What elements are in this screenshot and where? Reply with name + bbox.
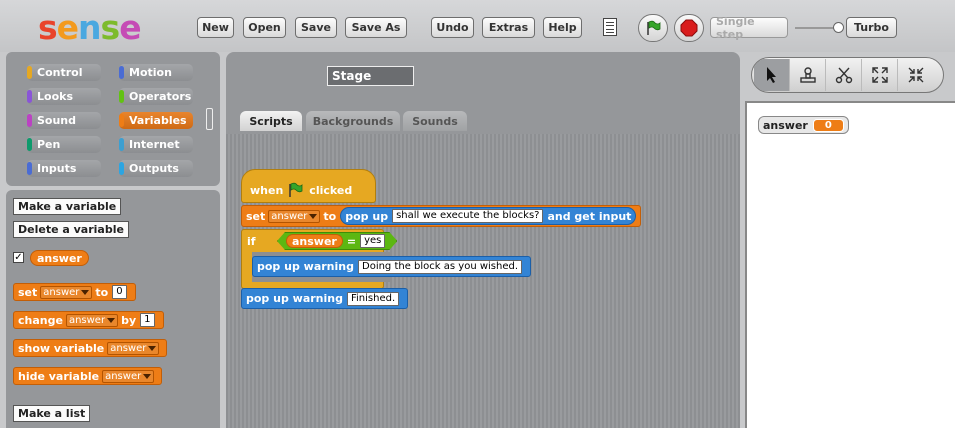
category-outputs[interactable]: Outputs bbox=[119, 160, 193, 177]
shrink-tool[interactable] bbox=[898, 59, 934, 91]
scissors-icon bbox=[835, 67, 852, 84]
duplicate-tool[interactable] bbox=[790, 59, 826, 91]
sprite-name-field[interactable]: Stage bbox=[327, 66, 414, 86]
warning-text-input[interactable]: Finished. bbox=[347, 291, 400, 306]
tab-backgrounds[interactable]: Backgrounds bbox=[306, 111, 400, 131]
popup-warning-block[interactable]: pop up warning Doing the block as you wi… bbox=[252, 256, 532, 277]
tab-sounds[interactable]: Sounds bbox=[403, 111, 467, 131]
extras-button[interactable]: Extras bbox=[482, 17, 535, 38]
block-palette: Make a variable Delete a variable ✓ answ… bbox=[6, 190, 220, 428]
category-panel: Control Motion Looks Operators Sound Var… bbox=[6, 52, 220, 186]
equals-operator[interactable]: answer = yes bbox=[277, 232, 397, 250]
variable-dropdown[interactable]: answer bbox=[102, 369, 155, 383]
value-input[interactable]: 0 bbox=[112, 285, 127, 299]
category-variables[interactable]: Variables bbox=[119, 112, 193, 129]
delete-variable-button[interactable]: Delete a variable bbox=[13, 221, 129, 238]
tab-scripts[interactable]: Scripts bbox=[240, 111, 302, 131]
help-button[interactable]: Help bbox=[543, 17, 582, 38]
variable-dropdown[interactable]: answer bbox=[65, 313, 119, 327]
hide-variable-block[interactable]: hide variable answer bbox=[13, 367, 163, 385]
compare-input[interactable]: yes bbox=[360, 234, 385, 248]
category-motion[interactable]: Motion bbox=[119, 64, 193, 81]
notes-icon[interactable] bbox=[603, 18, 617, 36]
variable-dropdown[interactable]: answer bbox=[40, 285, 93, 299]
open-button[interactable]: Open bbox=[243, 17, 286, 38]
green-flag-button[interactable] bbox=[638, 14, 668, 42]
variable-dropdown[interactable]: answer bbox=[268, 209, 321, 223]
category-looks[interactable]: Looks bbox=[27, 88, 101, 105]
stop-icon bbox=[680, 19, 698, 37]
question-input[interactable]: shall we execute the blocks? bbox=[392, 209, 544, 223]
green-flag-icon bbox=[289, 182, 303, 197]
set-block[interactable]: set answer to pop up shall we execute th… bbox=[241, 205, 642, 227]
variable-dropdown[interactable]: answer bbox=[107, 341, 160, 355]
undo-button[interactable]: Undo bbox=[431, 17, 474, 38]
green-flag-icon bbox=[647, 20, 661, 35]
show-variable-block[interactable]: show variable answer bbox=[13, 339, 168, 357]
save-as-button[interactable]: Save As bbox=[345, 17, 407, 38]
variable-checkbox[interactable]: ✓ bbox=[13, 252, 24, 263]
speed-slider-knob[interactable] bbox=[833, 22, 844, 33]
warning-text-input[interactable]: Doing the block as you wished. bbox=[358, 259, 523, 274]
delete-tool[interactable] bbox=[826, 59, 862, 91]
variable-reporter-answer[interactable]: answer bbox=[30, 250, 89, 266]
save-button[interactable]: Save bbox=[295, 17, 337, 38]
stop-button[interactable] bbox=[674, 14, 704, 42]
category-control[interactable]: Control bbox=[27, 64, 101, 81]
stage[interactable]: answer 0 bbox=[745, 101, 955, 428]
arrow-tool[interactable] bbox=[754, 59, 790, 91]
top-toolbar: sense New Open Save Save As Undo Extras … bbox=[0, 0, 955, 52]
stamp-icon bbox=[799, 67, 816, 83]
value-input[interactable]: 1 bbox=[140, 313, 155, 327]
popup-warning-block[interactable]: pop up warning Finished. bbox=[241, 288, 409, 309]
make-variable-button[interactable]: Make a variable bbox=[13, 198, 122, 215]
sense-logo: sense bbox=[38, 8, 142, 47]
category-operators[interactable]: Operators bbox=[119, 88, 193, 105]
category-scrollbar[interactable] bbox=[206, 108, 213, 130]
grow-tool[interactable] bbox=[862, 59, 898, 91]
make-list-button[interactable]: Make a list bbox=[13, 405, 91, 422]
when-flag-clicked-block[interactable]: when clicked bbox=[241, 169, 376, 203]
stage-tools bbox=[751, 57, 944, 93]
change-variable-block[interactable]: change answer by 1 bbox=[13, 311, 164, 329]
set-variable-block[interactable]: set answer to 0 bbox=[13, 283, 136, 301]
variable-watcher[interactable]: answer 0 bbox=[758, 116, 849, 134]
cursor-icon bbox=[766, 67, 776, 83]
category-internet[interactable]: Internet bbox=[119, 136, 193, 153]
single-step-button[interactable]: Single step bbox=[710, 15, 788, 41]
new-button[interactable]: New bbox=[197, 17, 234, 38]
category-inputs[interactable]: Inputs bbox=[27, 160, 101, 177]
answer-reporter[interactable]: answer bbox=[286, 234, 343, 248]
shrink-icon bbox=[908, 67, 924, 83]
watcher-value: 0 bbox=[812, 118, 844, 132]
sprite-header: Stage bbox=[226, 52, 740, 134]
category-sound[interactable]: Sound bbox=[27, 112, 101, 129]
popup-input-reporter[interactable]: pop up shall we execute the blocks? and … bbox=[340, 207, 637, 225]
grow-icon bbox=[871, 67, 888, 83]
category-pen[interactable]: Pen bbox=[27, 136, 101, 153]
turbo-button[interactable]: Turbo bbox=[846, 17, 897, 38]
